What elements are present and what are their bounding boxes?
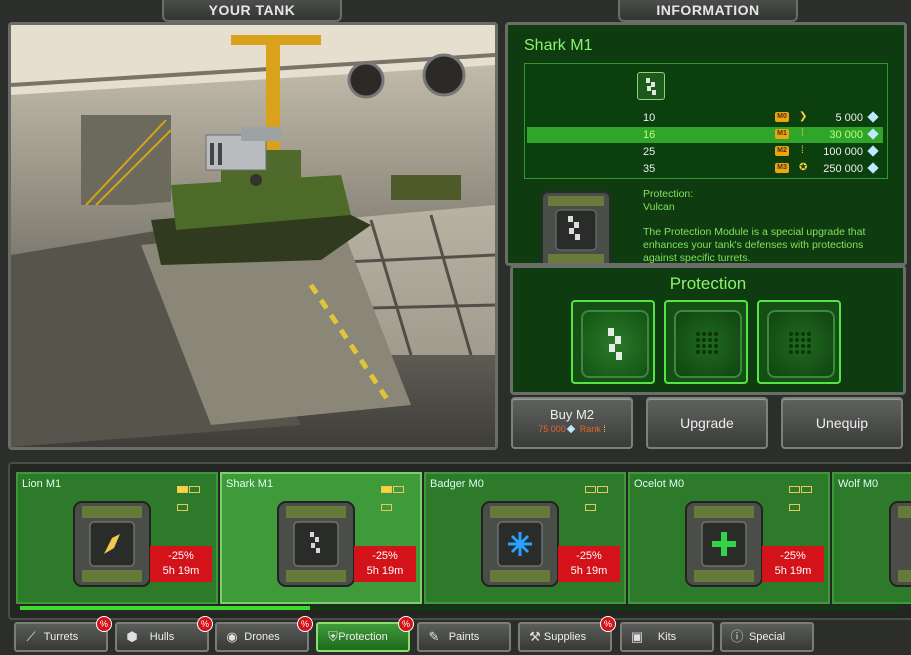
information-panel: Shark M1 10 M0 ❯ 5 000 16 M1 ⁞ 30 000 25… xyxy=(505,22,907,266)
empty-slot-grid-icon xyxy=(789,332,811,354)
rank-icon: ⁞ xyxy=(603,424,606,434)
sale-badge: % xyxy=(96,616,112,632)
sale-badge: % xyxy=(297,616,313,632)
rank-icon: ⁞ xyxy=(801,145,804,156)
discount-badge: -25% 5h 19m xyxy=(762,546,824,582)
modification-badge: M0 xyxy=(775,112,789,122)
garage-scene xyxy=(11,25,495,447)
stat-row[interactable]: 35 M3 ✪ 250 000 xyxy=(527,161,883,177)
sale-badge: % xyxy=(398,616,414,632)
nav-special[interactable]: ⓘ Special xyxy=(720,622,814,652)
turret-icon: ⟋ xyxy=(26,629,36,644)
crystal-icon xyxy=(566,424,576,434)
rank-requirement: Rank xyxy=(579,424,601,434)
kit-icon: ▣ xyxy=(630,629,644,644)
item-card-ocelot[interactable]: Ocelot M0 -25% 5h 19m xyxy=(628,472,830,604)
item-title: Shark M1 xyxy=(524,37,593,54)
your-tank-header: YOUR TANK xyxy=(162,0,342,22)
protection-module-image xyxy=(541,191,611,263)
item-card-shark[interactable]: Shark M1 -25% 5h 19m xyxy=(220,472,422,604)
crystal-icon xyxy=(867,128,879,140)
buy-label: Buy M2 xyxy=(549,407,595,422)
protection-slot-3[interactable] xyxy=(757,300,841,384)
buy-button[interactable]: Buy M2 75 000 Rank ⁞ xyxy=(511,397,633,449)
discount-badge: -25% 5h 19m xyxy=(150,546,212,582)
discount-badge: -25% 5h 19m xyxy=(354,546,416,582)
carousel-scrollbar[interactable] xyxy=(20,606,900,610)
discount-badge: -25% 5h 19m xyxy=(558,546,620,582)
nav-supplies[interactable]: ⚒ Supplies % xyxy=(518,616,616,652)
tank-garage-view[interactable] xyxy=(8,22,498,450)
stat-row[interactable]: 25 M2 ⁞ 100 000 xyxy=(527,144,883,160)
information-header: INFORMATION xyxy=(618,0,798,22)
buy-price: 75 000 xyxy=(538,424,566,434)
modification-badge: M2 xyxy=(775,146,789,156)
nav-hulls[interactable]: ⬢ Hulls % xyxy=(115,616,213,652)
lion-module-icon xyxy=(73,501,151,587)
upgrade-button[interactable]: Upgrade xyxy=(646,397,768,449)
modification-pips xyxy=(380,480,414,511)
item-card-lion[interactable]: Lion M1 -25% 5h 19m xyxy=(16,472,218,604)
fan-icon xyxy=(347,61,385,99)
rank-icon: ⁞ xyxy=(801,128,804,139)
item-description: Protection: Vulcan The Protection Module… xyxy=(643,188,866,264)
nav-protection[interactable]: ⛨ Protection % xyxy=(316,616,414,652)
exclamation-icon: ⓘ xyxy=(730,629,744,644)
drone-icon: ◉ xyxy=(226,629,238,644)
shark-module-icon xyxy=(277,501,355,587)
shield-icon: ⛨ xyxy=(328,629,338,644)
unequip-button[interactable]: Unequip xyxy=(781,397,903,449)
modification-pips xyxy=(788,480,822,511)
empty-slot-grid-icon xyxy=(696,332,718,354)
crystal-icon xyxy=(867,111,879,123)
rank-icon: ❯ xyxy=(799,111,808,122)
protection-slots-panel: Protection xyxy=(510,265,906,395)
protection-title: Protection xyxy=(669,274,747,293)
stat-row-active[interactable]: 16 M1 ⁞ 30 000 xyxy=(527,127,883,143)
sale-badge: % xyxy=(600,616,616,632)
protection-slot-1[interactable] xyxy=(571,300,655,384)
paint-icon: ✎ xyxy=(428,629,440,644)
wrench-icon: ⚒ xyxy=(529,629,541,644)
item-carousel[interactable]: Lion M1 -25% 5h 19m Shark M1 -25% 5h 19m B… xyxy=(8,462,911,620)
modification-pips xyxy=(584,480,618,511)
wolf-module-icon xyxy=(889,501,911,587)
nav-kits[interactable]: ▣ Kits xyxy=(620,622,714,652)
modification-pips xyxy=(176,480,210,511)
fan-icon xyxy=(422,53,466,97)
nav-drones[interactable]: ◉ Drones % xyxy=(215,616,313,652)
crystal-icon xyxy=(867,162,879,174)
crystal-icon xyxy=(867,145,879,157)
shark-module-icon xyxy=(637,72,665,100)
modification-badge: M1 xyxy=(775,129,789,139)
stat-row[interactable]: 10 M0 ❯ 5 000 xyxy=(527,110,883,126)
ocelot-module-icon xyxy=(685,501,763,587)
sale-badge: % xyxy=(197,616,213,632)
hull-icon: ⬢ xyxy=(126,629,138,644)
rank-icon: ✪ xyxy=(799,162,808,173)
upgrade-stats-table: 10 M0 ❯ 5 000 16 M1 ⁞ 30 000 25 M2 ⁞ 100… xyxy=(524,63,888,179)
nav-paints[interactable]: ✎ Paints xyxy=(417,622,511,652)
badger-module-icon xyxy=(481,501,559,587)
nav-turrets[interactable]: ⟋ Turrets % xyxy=(14,616,112,652)
modification-badge: M3 xyxy=(775,163,789,173)
item-card-wolf[interactable]: Wolf M0 xyxy=(832,472,911,604)
item-card-badger[interactable]: Badger M0 -25% 5h 19m xyxy=(424,472,626,604)
protection-slot-2[interactable] xyxy=(664,300,748,384)
